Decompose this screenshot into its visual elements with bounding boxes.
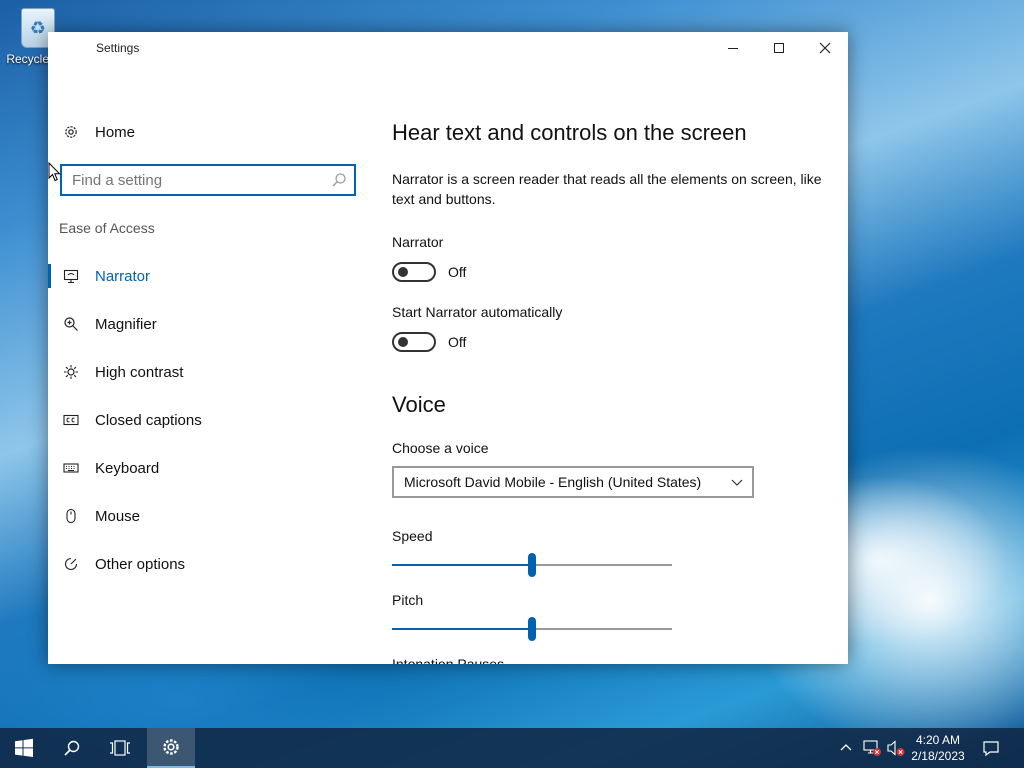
- sidebar: Home Ease of Access Narrator: [48, 64, 368, 664]
- settings-window: Settings Home Find a setting Ease of Acc…: [48, 32, 848, 664]
- search-box[interactable]: [60, 164, 356, 196]
- sidebar-item-label: Magnifier: [95, 315, 157, 333]
- narrator-label: Narrator: [392, 234, 444, 250]
- other-options-icon: [63, 556, 79, 572]
- page-title: Hear text and controls on the screen: [392, 120, 747, 145]
- sidebar-item-label: Mouse: [95, 507, 141, 525]
- search-taskbar-button[interactable]: [48, 728, 96, 768]
- speed-slider[interactable]: [392, 553, 672, 577]
- toggle-knob: [398, 267, 408, 277]
- section-label: Ease of Access: [59, 220, 155, 236]
- closed-captions-icon: [63, 412, 79, 428]
- close-icon: [819, 42, 831, 54]
- main-content: Hear text and controls on the screen Nar…: [392, 64, 848, 664]
- minimize-icon: [728, 47, 738, 49]
- network-disconnected-icon: [863, 740, 881, 756]
- slider-thumb[interactable]: [528, 553, 536, 577]
- title-bar[interactable]: Settings: [48, 32, 848, 64]
- task-view-icon: [110, 740, 130, 756]
- search-icon[interactable]: [330, 171, 348, 189]
- pitch-slider[interactable]: [392, 617, 672, 641]
- slider-track-empty: [536, 628, 672, 630]
- task-view-button[interactable]: [96, 728, 144, 768]
- maximize-button[interactable]: [756, 32, 802, 64]
- sidebar-item-label: Closed captions: [95, 411, 202, 429]
- magnifier-icon: [63, 316, 79, 332]
- voice-select[interactable]: Microsoft David Mobile - English (United…: [392, 466, 754, 498]
- narrator-toggle[interactable]: [392, 262, 436, 282]
- sidebar-item-magnifier[interactable]: Magnifier: [48, 304, 368, 344]
- narrator-toggle-state: Off: [448, 264, 467, 280]
- voice-select-value: Microsoft David Mobile - English (United…: [404, 474, 702, 490]
- sidebar-item-closed-captions[interactable]: Closed captions: [48, 400, 368, 440]
- sidebar-item-home[interactable]: Home: [48, 112, 368, 152]
- sidebar-item-keyboard[interactable]: Keyboard: [48, 448, 368, 488]
- start-button[interactable]: [0, 728, 48, 768]
- volume-muted-icon: [887, 740, 905, 756]
- page-description: Narrator is a screen reader that reads a…: [392, 171, 822, 207]
- minimize-button[interactable]: [710, 32, 756, 64]
- search-icon: [64, 740, 80, 756]
- auto-start-label: Start Narrator automatically: [392, 304, 563, 320]
- sidebar-item-label: Home: [95, 123, 136, 141]
- clock-date: 2/18/2023: [911, 749, 965, 763]
- voice-label: Choose a voice: [392, 440, 489, 456]
- sidebar-item-label: High contrast: [95, 363, 184, 381]
- pitch-label: Pitch: [392, 592, 424, 608]
- window-title: Settings: [96, 41, 140, 55]
- auto-start-toggle-state: Off: [448, 334, 467, 350]
- voice-heading: Voice: [392, 392, 446, 417]
- sidebar-item-narrator[interactable]: Narrator: [48, 256, 368, 296]
- slider-thumb[interactable]: [528, 617, 536, 641]
- mouse-cursor-icon: [48, 162, 61, 182]
- clock-time: 4:20 AM: [915, 733, 961, 747]
- taskbar: 4:20 AM 2/18/2023: [0, 728, 1024, 768]
- sidebar-item-high-contrast[interactable]: High contrast: [48, 352, 368, 392]
- intonation-label: Intonation Pauses: [392, 656, 505, 664]
- chevron-down-icon: [731, 479, 743, 486]
- action-center-button[interactable]: [982, 728, 1000, 768]
- sidebar-item-mouse[interactable]: Mouse: [48, 496, 368, 536]
- sidebar-item-other-options[interactable]: Other options: [48, 544, 368, 584]
- clock[interactable]: 4:20 AM 2/18/2023: [904, 732, 972, 764]
- sidebar-item-label: Other options: [95, 555, 186, 573]
- mouse-icon: [63, 508, 79, 524]
- auto-start-toggle[interactable]: [392, 332, 436, 352]
- gear-icon: [63, 124, 79, 140]
- sidebar-item-label: Narrator: [95, 267, 151, 285]
- show-hidden-icons-button[interactable]: [838, 728, 854, 768]
- maximize-icon: [774, 43, 784, 53]
- chevron-up-icon: [840, 744, 852, 751]
- gear-icon: [163, 739, 179, 755]
- slider-track-empty: [536, 564, 672, 566]
- speed-label: Speed: [392, 528, 433, 544]
- toggle-knob: [398, 337, 408, 347]
- sidebar-item-label: Keyboard: [95, 459, 160, 477]
- search-input[interactable]: [62, 166, 322, 194]
- notification-icon: [983, 741, 999, 757]
- narrator-icon: [63, 268, 79, 284]
- settings-taskbar-button[interactable]: [147, 728, 195, 768]
- slider-track-filled: [392, 628, 528, 630]
- close-button[interactable]: [802, 32, 848, 64]
- windows-logo-icon: [15, 738, 33, 757]
- keyboard-icon: [63, 460, 79, 476]
- high-contrast-icon: [63, 364, 79, 380]
- volume-status[interactable]: [886, 728, 906, 768]
- network-status[interactable]: [862, 728, 882, 768]
- slider-track-filled: [392, 564, 528, 566]
